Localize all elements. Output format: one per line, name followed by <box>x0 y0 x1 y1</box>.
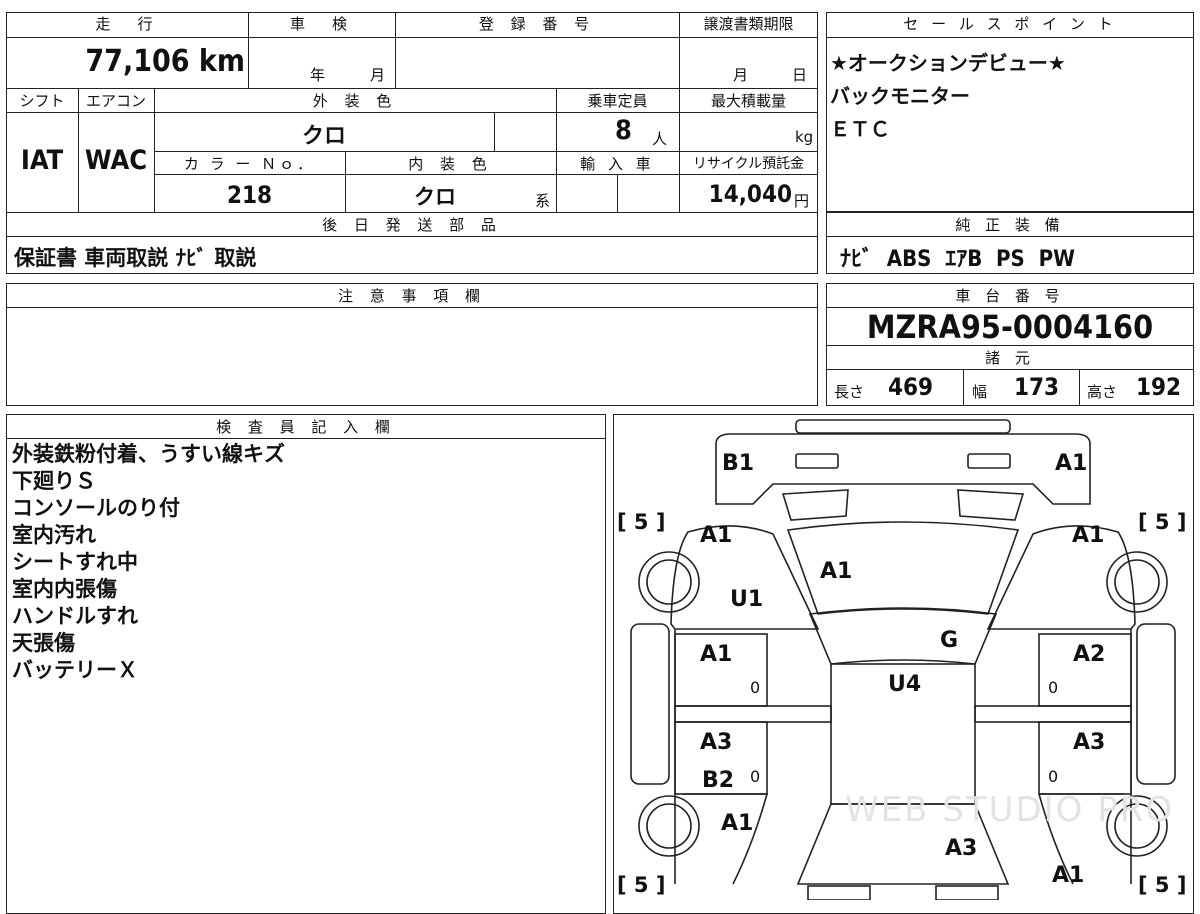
height-value: 192 <box>1136 373 1182 401</box>
registration-header: 登 録 番 号 <box>478 15 596 33</box>
tire-depth-fl: [ 5 ] <box>617 510 666 534</box>
inspector-note: コンソールのり付 <box>12 496 180 520</box>
inspector-header: 検 査 員 記 入 欄 <box>216 418 396 436</box>
damage-code-rear-door-left-2: B2 <box>702 768 735 793</box>
sales-point-line: バックモニター <box>830 84 970 108</box>
door-zero-mark: 0 <box>1048 767 1059 786</box>
interior-color-header: 内 装 色 <box>408 155 493 173</box>
inspector-note: ハンドルすれ <box>12 604 138 628</box>
ac-header: エアコン <box>85 92 146 110</box>
damage-code-windshield: G <box>940 628 959 653</box>
recycle-unit: 円 <box>794 192 810 210</box>
inspection-header: 車 検 <box>289 15 353 33</box>
genuine-equipment-value: ﾅﾋﾞ ABS ｴｱB PS PW <box>840 247 1075 272</box>
inspector-note: 室内汚れ <box>12 523 96 547</box>
inspector-note: シートすれ中 <box>12 550 138 574</box>
tire-depth-fr: [ 5 ] <box>1138 510 1187 534</box>
width-label: 幅 <box>972 383 988 401</box>
import-header: 輸 入 車 <box>580 155 655 173</box>
mileage-value: 77,106 km <box>85 44 245 79</box>
damage-code-rear-fender-left: A1 <box>721 811 754 836</box>
later-parts-header: 後 日 発 送 部 品 <box>322 216 502 234</box>
tire-depth-rr: [ 5 ] <box>1138 873 1187 897</box>
color-no-header: カ ラ ー Ｎｏ． <box>183 155 316 173</box>
capacity-value: 8 <box>615 115 632 146</box>
max-load-header: 最大積載量 <box>710 92 786 110</box>
exterior-color-header: 外 装 色 <box>312 92 398 110</box>
inspector-note: バッテリーＸ <box>12 658 138 682</box>
ac-value: WAC <box>84 145 148 176</box>
later-parts-value: 保証書 車両取説 ﾅﾋﾞ 取説 <box>14 246 257 270</box>
inspector-note: 下廻りＳ <box>12 469 96 493</box>
mileage-header: 走 行 <box>95 15 159 33</box>
damage-code-front-door-right: A2 <box>1073 642 1106 667</box>
damage-code-rear-glass: A3 <box>945 836 978 861</box>
damage-code-roof: U4 <box>888 672 922 697</box>
transfer-day-unit: 日 <box>792 66 808 84</box>
shift-header: シフト <box>19 92 65 110</box>
caution-header: 注 意 事 項 欄 <box>337 287 487 305</box>
chassis-number: MZRA95-0004160 <box>866 308 1154 346</box>
damage-code-hood: A1 <box>820 559 853 584</box>
interior-color-suffix: 系 <box>535 192 551 210</box>
door-zero-mark: 0 <box>750 678 761 697</box>
damage-code-pillar-left: U1 <box>730 587 764 612</box>
sales-point-line: ＥＴＣ <box>830 117 890 141</box>
damage-code-front-bumper-left: B1 <box>722 451 755 476</box>
exterior-color-value: クロ <box>301 124 346 149</box>
transfer-month-unit: 月 <box>733 66 749 84</box>
sales-point-line: ★オークションデビュー★ <box>830 51 1066 75</box>
inspector-notes: 外装鉄粉付着、うすい線キズ 下廻りＳ コンソールのり付 室内汚れ シートすれ中 … <box>12 441 285 684</box>
damage-code-rear-quarter-right: A1 <box>1052 863 1085 888</box>
inspector-note: 室内内張傷 <box>12 577 117 601</box>
length-label: 長さ <box>834 383 865 401</box>
chassis-header: 車 台 番 号 <box>955 287 1065 305</box>
inspection-year-unit: 年 <box>310 66 326 84</box>
inspection-month-unit: 月 <box>370 66 386 84</box>
interior-color-value: クロ <box>414 185 456 209</box>
watermark: WEB STUDIO PRO <box>845 790 1175 830</box>
specs-header: 諸 元 <box>985 349 1035 367</box>
capacity-header: 乗車定員 <box>587 92 648 110</box>
inspector-note: 天張傷 <box>12 631 75 655</box>
damage-code-rear-door-left: A3 <box>700 730 733 755</box>
damage-code-front-fender-left: A1 <box>700 523 733 548</box>
recycle-header: リサイクル預託金 <box>692 156 805 172</box>
door-zero-mark: 0 <box>750 767 761 786</box>
genuine-equipment-header: 純 正 装 備 <box>955 216 1065 234</box>
sales-points-box <box>826 12 1194 212</box>
damage-code-front-bumper-right: A1 <box>1055 451 1088 476</box>
damage-code-rear-door-right: A3 <box>1073 730 1106 755</box>
inspector-note: 外装鉄粉付着、うすい線キズ <box>12 442 285 466</box>
width-value: 173 <box>1014 373 1060 401</box>
door-zero-mark: 0 <box>1048 678 1059 697</box>
capacity-unit: 人 <box>652 130 668 148</box>
max-load-unit: kg <box>795 128 814 146</box>
sales-points-header: セ ー ル ス ポ イ ン ト <box>903 15 1117 33</box>
damage-code-front-door-left: A1 <box>700 642 733 667</box>
recycle-value: 14,040 <box>708 180 792 208</box>
damage-code-front-fender-right: A1 <box>1072 523 1105 548</box>
length-value: 469 <box>888 373 934 401</box>
color-no-value: 218 <box>226 181 273 209</box>
transfer-deadline-header: 譲渡書類期限 <box>703 15 794 33</box>
shift-value: IAT <box>20 145 64 176</box>
tire-depth-rl: [ 5 ] <box>617 873 666 897</box>
height-label: 高さ <box>1087 383 1118 401</box>
